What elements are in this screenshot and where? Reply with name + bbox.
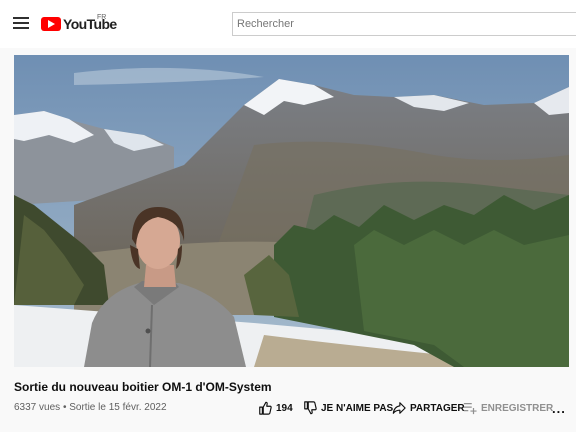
- share-arrow-icon: [392, 402, 406, 414]
- thumbs-down-icon: [304, 401, 317, 415]
- save-label: ENREGISTRER: [481, 402, 554, 414]
- like-count: 194: [276, 402, 293, 414]
- video-frame-mountain-scene: [14, 55, 569, 367]
- video-player[interactable]: [14, 55, 569, 367]
- release-date: Sortie le 15 févr. 2022: [69, 402, 167, 413]
- dislike-label: JE N'AIME PAS: [321, 402, 394, 414]
- region-code: FR: [97, 14, 107, 21]
- more-actions-button[interactable]: ...: [552, 398, 566, 418]
- more-icon: ...: [552, 400, 566, 416]
- share-button[interactable]: PARTAGER: [392, 398, 465, 418]
- share-label: PARTAGER: [410, 402, 465, 414]
- search-input[interactable]: [232, 12, 576, 36]
- save-button[interactable]: ENREGISTRER: [463, 398, 553, 418]
- playlist-add-icon: [463, 403, 477, 415]
- video-title: Sortie du nouveau boitier OM-1 d'OM-Syst…: [14, 380, 272, 394]
- logo-text: YouTube: [63, 16, 117, 32]
- hamburger-menu-icon[interactable]: [12, 14, 30, 32]
- view-count: 6337 vues: [14, 402, 61, 413]
- youtube-play-icon: [41, 17, 61, 31]
- video-meta: 6337 vues • Sortie le 15 févr. 2022: [14, 402, 167, 413]
- top-bar: YouTube FR: [0, 0, 576, 48]
- like-button[interactable]: 194: [258, 398, 293, 418]
- dislike-button[interactable]: JE N'AIME PAS: [303, 398, 393, 418]
- thumbs-up-icon: [259, 401, 272, 415]
- meta-separator: •: [62, 402, 67, 413]
